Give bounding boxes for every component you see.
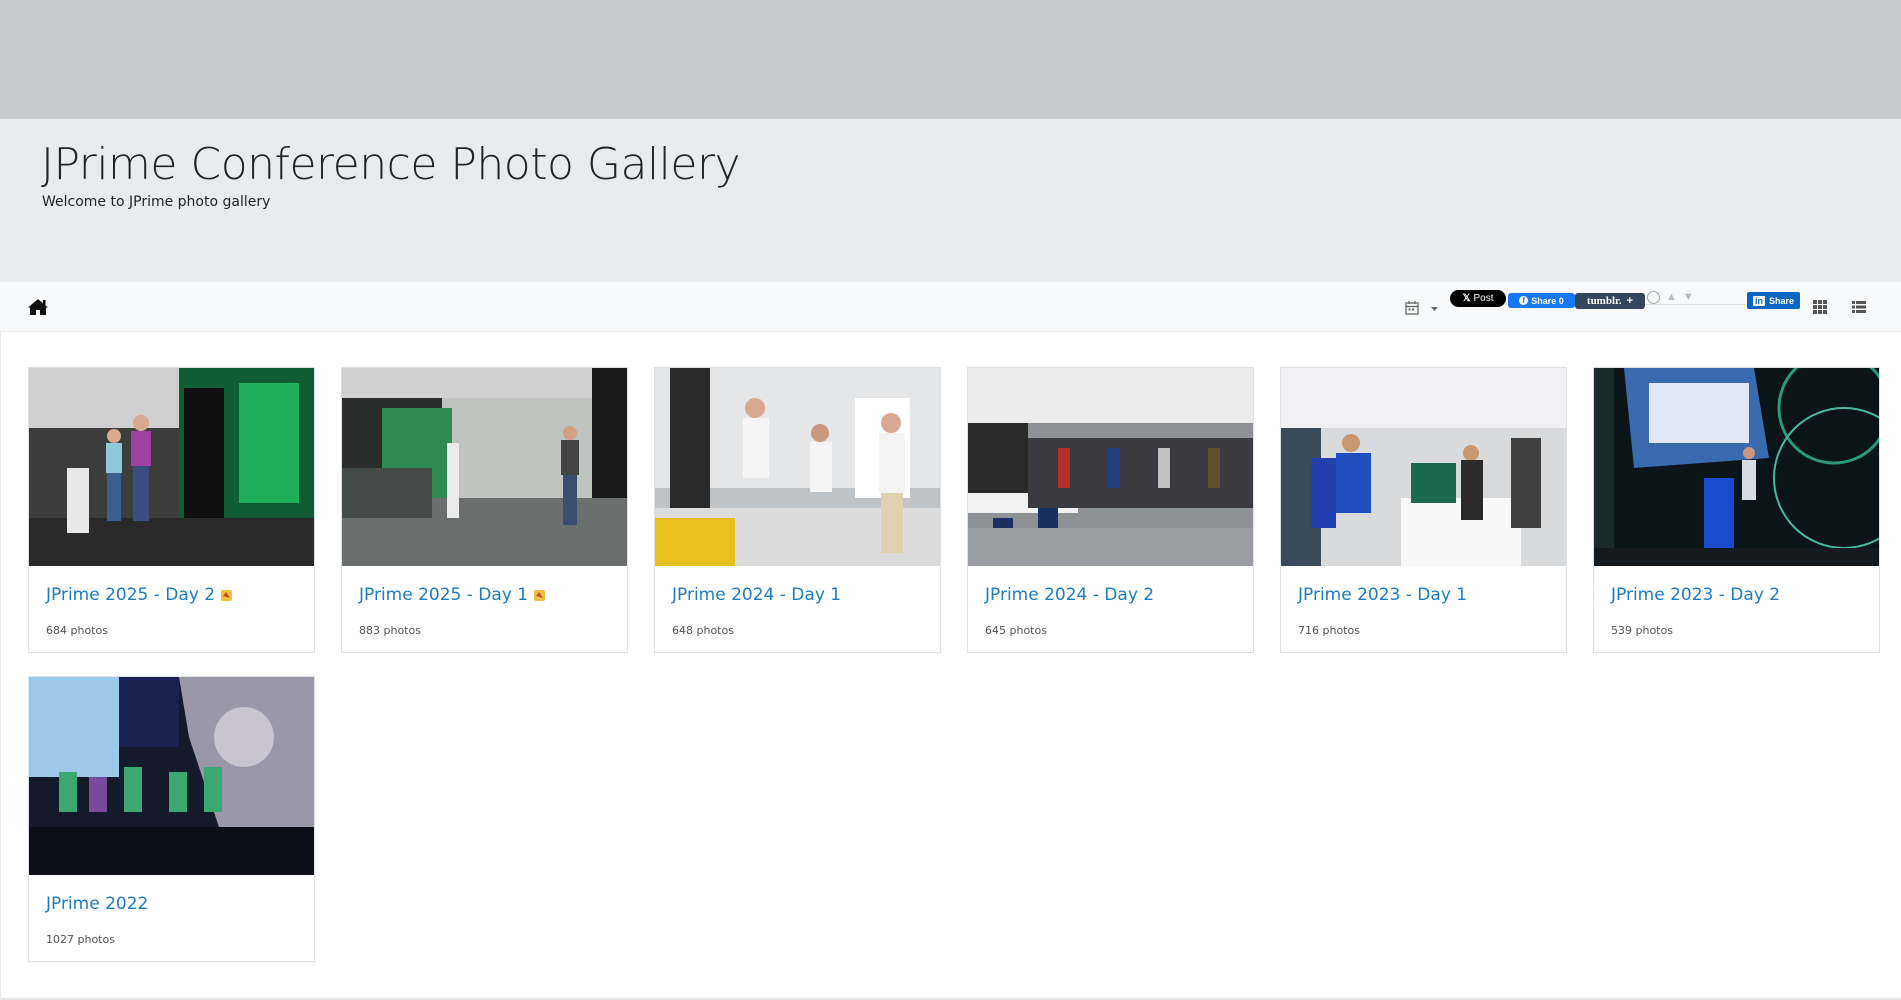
toolbar: 𝕏 Post f Share 0 tumblr. + ▲ ▼ in Share bbox=[0, 282, 1901, 332]
album-thumbnail[interactable] bbox=[1594, 368, 1879, 566]
album-thumbnail[interactable] bbox=[1281, 368, 1566, 566]
album-card[interactable]: JPrime 2024 - Day 1 648 photos bbox=[654, 367, 941, 653]
linkedin-icon: in bbox=[1752, 295, 1765, 306]
album-photo-count: 645 photos bbox=[985, 624, 1047, 637]
page-title: JPrime Conference Photo Gallery bbox=[41, 139, 741, 190]
album-title[interactable]: JPrime 2024 - Day 2 bbox=[985, 585, 1154, 605]
album-title-text[interactable]: JPrime 2024 - Day 2 bbox=[985, 585, 1154, 605]
reddit-vote-widget[interactable]: ▲ ▼ bbox=[1645, 290, 1745, 305]
album-title[interactable]: JPrime 2025 - Day 2 bbox=[46, 585, 233, 605]
x-icon: 𝕏 bbox=[1462, 293, 1471, 304]
new-badge-icon bbox=[221, 589, 233, 601]
linkedin-share-label: Share bbox=[1768, 295, 1794, 306]
album-thumbnail[interactable] bbox=[342, 368, 627, 566]
album-photo-count: 883 photos bbox=[359, 624, 421, 637]
album-title-text[interactable]: JPrime 2022 bbox=[46, 894, 148, 914]
chevron-down-icon bbox=[1431, 307, 1438, 311]
album-title-text[interactable]: JPrime 2025 - Day 2 bbox=[46, 585, 215, 605]
album-title[interactable]: JPrime 2022 bbox=[46, 894, 148, 914]
home-icon[interactable] bbox=[27, 298, 49, 316]
album-title-text[interactable]: JPrime 2023 - Day 1 bbox=[1298, 585, 1467, 605]
new-badge-icon bbox=[534, 589, 546, 601]
album-card[interactable]: JPrime 2023 - Day 2 539 photos bbox=[1593, 367, 1880, 653]
page-subtitle: Welcome to JPrime photo gallery bbox=[42, 194, 271, 210]
reddit-icon[interactable] bbox=[1647, 290, 1660, 304]
plus-icon: + bbox=[1626, 295, 1634, 307]
album-title[interactable]: JPrime 2025 - Day 1 bbox=[359, 585, 546, 605]
album-card[interactable]: JPrime 2024 - Day 2 645 photos bbox=[967, 367, 1254, 653]
list-view-icon[interactable] bbox=[1852, 300, 1866, 314]
grid-view-icon[interactable] bbox=[1813, 300, 1827, 314]
album-title[interactable]: JPrime 2023 - Day 2 bbox=[1611, 585, 1780, 605]
x-post-label: Post bbox=[1473, 293, 1494, 304]
album-thumbnail[interactable] bbox=[655, 368, 940, 566]
facebook-share-label: Share 0 bbox=[1531, 295, 1564, 306]
calendar-icon[interactable] bbox=[1405, 300, 1439, 316]
linkedin-share-button[interactable]: in Share bbox=[1747, 292, 1800, 309]
album-title-text[interactable]: JPrime 2023 - Day 2 bbox=[1611, 585, 1780, 605]
tumblr-share-button[interactable]: tumblr. + bbox=[1575, 293, 1645, 309]
top-banner bbox=[0, 0, 1901, 119]
album-card[interactable]: JPrime 2023 - Day 1 716 photos bbox=[1280, 367, 1567, 653]
x-post-button[interactable]: 𝕏 Post bbox=[1450, 290, 1506, 307]
album-photo-count: 716 photos bbox=[1298, 624, 1360, 637]
album-thumbnail[interactable] bbox=[29, 677, 314, 875]
album-photo-count: 648 photos bbox=[672, 624, 734, 637]
album-photo-count: 1027 photos bbox=[46, 933, 115, 946]
album-thumbnail[interactable] bbox=[29, 368, 314, 566]
tumblr-label: tumblr. bbox=[1586, 295, 1622, 307]
album-thumbnail[interactable] bbox=[968, 368, 1253, 566]
album-title-text[interactable]: JPrime 2025 - Day 1 bbox=[359, 585, 528, 605]
album-title-text[interactable]: JPrime 2024 - Day 1 bbox=[672, 585, 841, 605]
album-card[interactable]: JPrime 2022 1027 photos bbox=[28, 676, 315, 962]
album-card[interactable]: JPrime 2025 - Day 2 684 photos bbox=[28, 367, 315, 653]
facebook-icon: f bbox=[1519, 296, 1529, 305]
album-grid: JPrime 2025 - Day 2 684 photos JPrime 20 bbox=[0, 332, 1901, 1000]
album-title[interactable]: JPrime 2023 - Day 1 bbox=[1298, 585, 1467, 605]
upvote-icon[interactable]: ▲ bbox=[1666, 291, 1677, 303]
album-photo-count: 684 photos bbox=[46, 624, 108, 637]
downvote-icon[interactable]: ▼ bbox=[1683, 291, 1694, 303]
facebook-share-button[interactable]: f Share 0 bbox=[1508, 293, 1575, 308]
page-header: JPrime Conference Photo Gallery Welcome … bbox=[0, 119, 1901, 282]
album-title[interactable]: JPrime 2024 - Day 1 bbox=[672, 585, 841, 605]
album-photo-count: 539 photos bbox=[1611, 624, 1673, 637]
album-card[interactable]: JPrime 2025 - Day 1 883 photos bbox=[341, 367, 628, 653]
